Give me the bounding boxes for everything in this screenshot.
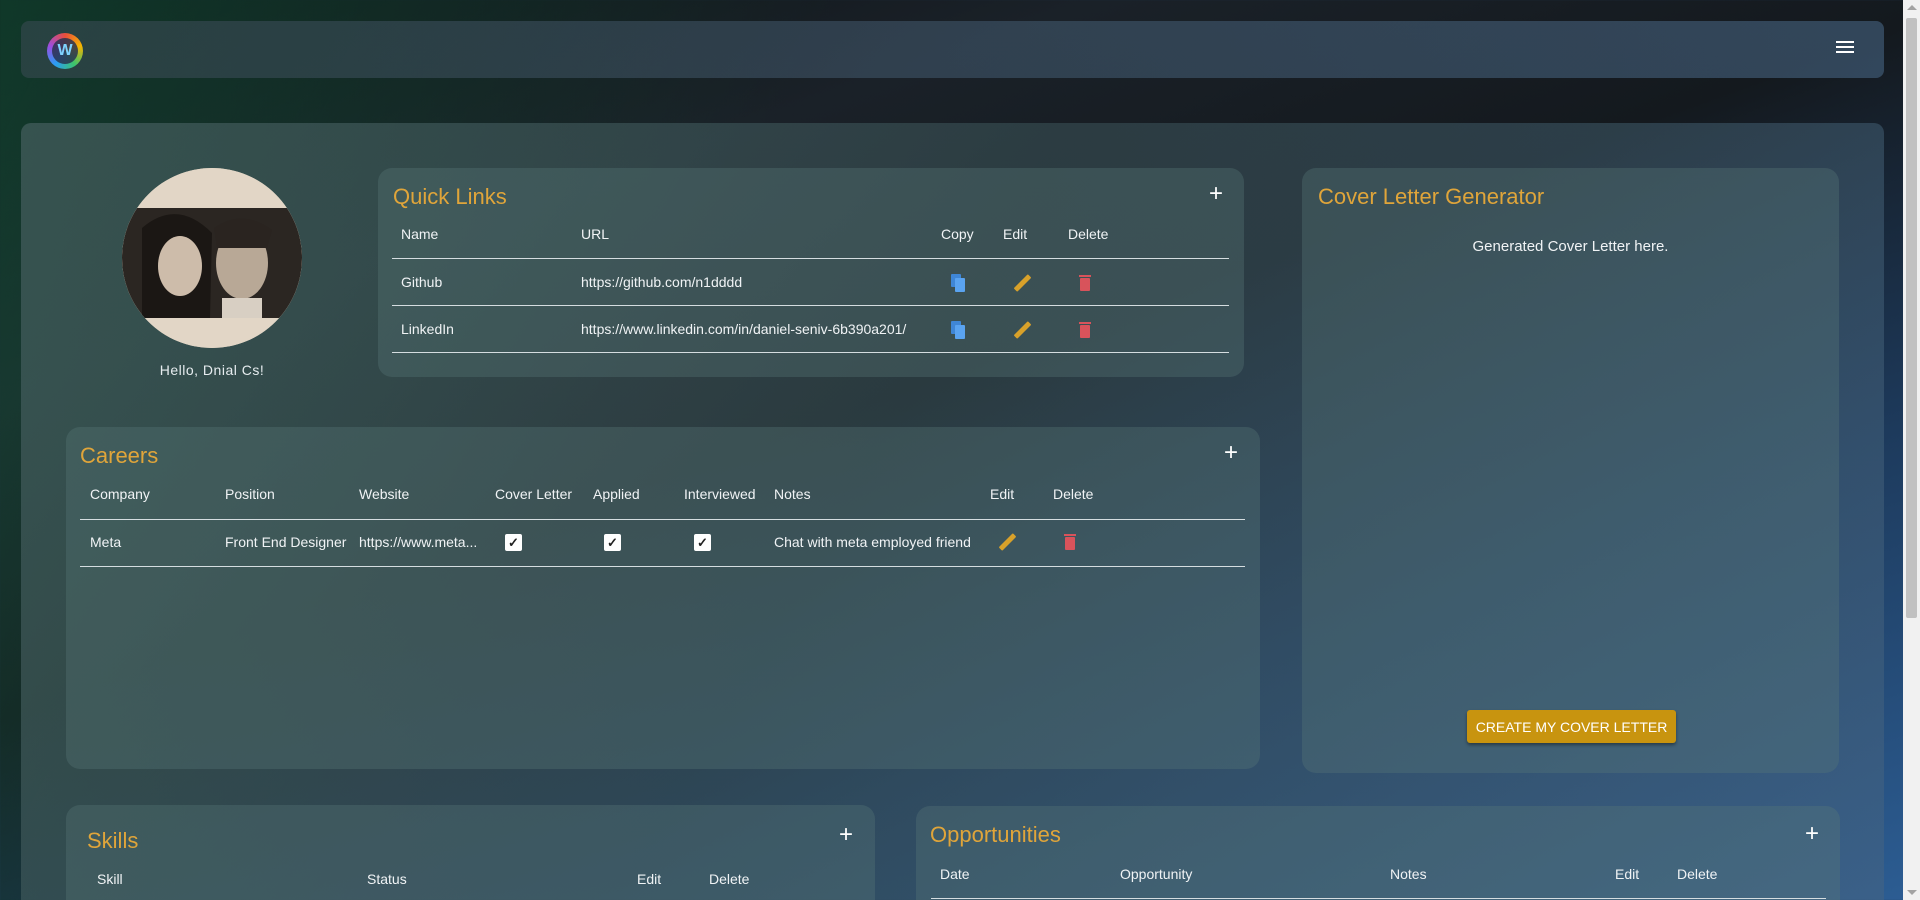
column-header-applied: Applied: [593, 486, 640, 502]
column-header-position: Position: [225, 486, 275, 502]
quick-links-card: [378, 168, 1244, 377]
career-company: Meta: [90, 534, 122, 550]
column-header-skill: Skill: [97, 871, 123, 887]
quick-links-title: Quick Links: [393, 184, 507, 209]
trash-icon[interactable]: [1079, 322, 1091, 338]
cover-letter-title: Cover Letter Generator: [1318, 184, 1545, 209]
column-header-notes: Notes: [1390, 866, 1427, 882]
career-notes: Chat with meta employed friend: [774, 534, 971, 550]
column-header-delete: Delete: [1053, 486, 1094, 502]
quick-link-url[interactable]: https://www.linkedin.com/in/daniel-seniv…: [581, 321, 906, 337]
column-header-status: Status: [367, 871, 407, 887]
scroll-up-arrow-icon[interactable]: [1907, 5, 1917, 10]
column-header-delete: Delete: [1677, 866, 1718, 882]
opportunities-title: Opportunities: [930, 822, 1061, 847]
scrollbar-thumb[interactable]: [1906, 18, 1917, 618]
column-header-opportunity: Opportunity: [1120, 866, 1193, 882]
add-skill-button[interactable]: +: [839, 823, 853, 847]
quick-link-url[interactable]: https://github.com/n1dddd: [581, 274, 742, 290]
cover-letter-output: Generated Cover Letter here.: [1472, 238, 1669, 255]
career-position: Front End Designer: [225, 534, 347, 550]
column-header-interviewed: Interviewed: [684, 486, 756, 502]
add-quick-link-button[interactable]: +: [1209, 182, 1223, 206]
column-header-edit: Edit: [1615, 866, 1640, 882]
column-header-delete: Delete: [1068, 226, 1109, 242]
avatar: [122, 168, 302, 348]
table-divider: [392, 258, 1229, 259]
table-divider: [931, 898, 1826, 899]
cover-letter-card: [1302, 168, 1839, 773]
column-header-edit: Edit: [990, 486, 1015, 502]
career-website[interactable]: https://www.meta...: [359, 534, 477, 550]
skills-card: [66, 805, 875, 900]
copy-icon[interactable]: [951, 274, 965, 292]
trash-icon[interactable]: [1064, 534, 1076, 550]
page-scrollbar[interactable]: [1903, 0, 1920, 900]
applied-checkbox[interactable]: ✓: [604, 534, 621, 551]
edit-icon[interactable]: [1013, 321, 1031, 339]
careers-card: [66, 427, 1260, 769]
cover-letter-checkbox[interactable]: ✓: [505, 534, 522, 551]
table-divider: [392, 352, 1229, 353]
column-header-company: Company: [90, 486, 150, 502]
column-header-edit: Edit: [637, 871, 662, 887]
table-divider: [80, 519, 1245, 520]
column-header-copy: Copy: [941, 226, 974, 242]
add-career-button[interactable]: +: [1224, 441, 1238, 465]
table-divider: [392, 305, 1229, 306]
column-header-website: Website: [359, 486, 410, 502]
column-header-cover-letter: Cover Letter: [495, 486, 573, 502]
trash-icon[interactable]: [1079, 275, 1091, 291]
greeting-text: Hello, Dnial Cs!: [159, 362, 265, 378]
column-header-url: URL: [581, 226, 610, 242]
top-navbar: W: [21, 21, 1884, 78]
column-header-edit: Edit: [1003, 226, 1028, 242]
edit-icon[interactable]: [998, 533, 1016, 551]
interviewed-checkbox[interactable]: ✓: [694, 534, 711, 551]
copy-icon[interactable]: [951, 321, 965, 339]
waveform-logo-icon[interactable]: W: [47, 33, 83, 69]
column-header-date: Date: [940, 866, 970, 882]
opportunities-card: [916, 806, 1840, 900]
table-divider: [80, 566, 1245, 567]
edit-icon[interactable]: [1013, 274, 1031, 292]
column-header-delete: Delete: [709, 871, 750, 887]
careers-title: Careers: [80, 443, 159, 468]
hamburger-menu-icon[interactable]: [1836, 41, 1854, 55]
column-header-notes: Notes: [774, 486, 811, 502]
scroll-down-arrow-icon[interactable]: [1907, 890, 1917, 895]
create-cover-letter-button[interactable]: CREATE MY COVER LETTER: [1467, 710, 1676, 743]
add-opportunity-button[interactable]: +: [1805, 822, 1819, 846]
skills-title: Skills: [87, 828, 139, 853]
quick-link-name: Github: [401, 274, 443, 290]
quick-link-name: LinkedIn: [401, 321, 454, 337]
column-header-name: Name: [401, 226, 439, 242]
